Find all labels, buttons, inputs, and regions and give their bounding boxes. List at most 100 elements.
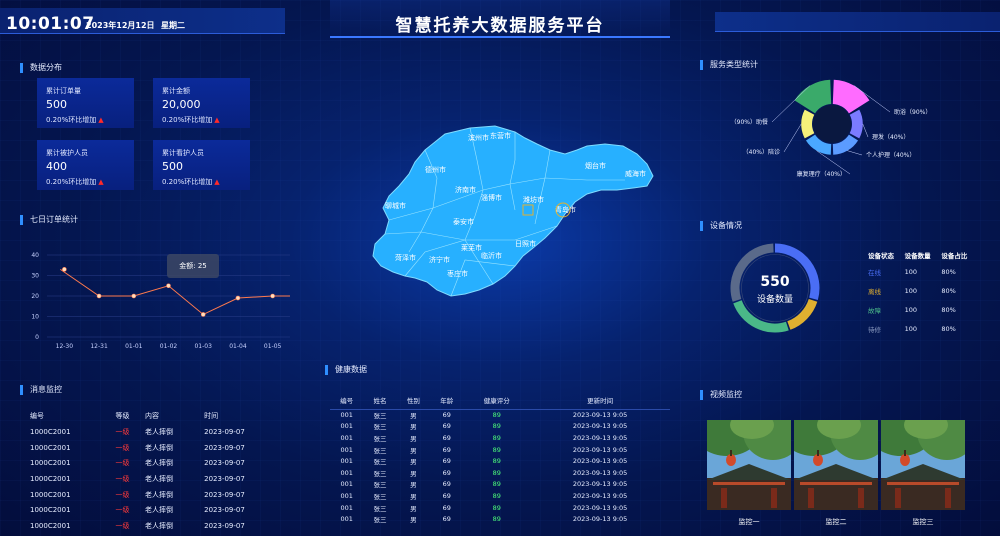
map-city-label[interactable]: 日照市 xyxy=(515,239,536,248)
rose-slice[interactable] xyxy=(801,109,815,139)
table-cell: 2023-09-13 9:05 xyxy=(572,411,628,420)
table-row[interactable]: 001 张三 男 69 89 2023-09-13 9:05 xyxy=(330,479,670,491)
map-city-label[interactable]: 枣庄市 xyxy=(447,269,468,278)
stat-card-cared: 累计被护人员 400 0.20%环比增加 ▲ xyxy=(37,140,134,190)
data-point[interactable] xyxy=(235,295,241,301)
map-city-label[interactable]: 济南市 xyxy=(455,185,476,194)
map-city-label[interactable]: 菏泽市 xyxy=(395,253,416,262)
table-cell: 001 xyxy=(340,422,353,431)
table-cell: 1000C2001 xyxy=(30,490,71,499)
table-cell: 老人摔倒 xyxy=(145,521,174,530)
table-cell: 100 xyxy=(904,324,918,333)
table-cell: 一级 xyxy=(115,427,130,436)
map-city-label[interactable]: 威海市 xyxy=(625,169,646,178)
table-cell: 89 xyxy=(492,480,501,489)
column-header: 性别 xyxy=(396,392,431,410)
table-cell: 2023-09-07 xyxy=(204,427,245,436)
table-cell: 张三 xyxy=(373,434,387,443)
map-city-label[interactable]: 莱芜市 xyxy=(461,243,482,252)
rose-center xyxy=(813,105,851,143)
map-city-label[interactable]: 德州市 xyxy=(425,165,446,174)
table-cell: 2023-09-07 xyxy=(204,490,245,499)
camera-feed[interactable] xyxy=(707,420,791,510)
donut-center-label: 设备数量 xyxy=(756,295,793,305)
table-row[interactable]: 1000C2001 一级 老人摔倒 2023-09-07 xyxy=(30,424,290,440)
weekday: 星期二 xyxy=(161,21,185,30)
table-cell: 张三 xyxy=(373,516,387,525)
table-cell: 001 xyxy=(340,503,353,512)
table-row[interactable]: 001 张三 男 69 89 2023-09-13 9:05 xyxy=(330,502,670,514)
map-city-label[interactable]: 青岛市 xyxy=(555,205,576,214)
map-city-label[interactable]: 滨州市 xyxy=(468,133,489,142)
map-city-label[interactable]: 聊城市 xyxy=(385,201,406,210)
table-row[interactable]: 001 张三 男 69 89 2023-09-13 9:05 xyxy=(330,444,670,456)
table-cell: 80% xyxy=(941,324,956,333)
table-row[interactable]: 001 张三 男 69 89 2023-09-13 9:05 xyxy=(330,432,670,444)
table-cell: 2023-09-13 9:05 xyxy=(572,480,628,489)
column-header: 姓名 xyxy=(363,392,397,410)
table-cell: 2023-09-13 9:05 xyxy=(572,422,628,431)
table-row: 在线 100 80% xyxy=(868,262,978,281)
data-point[interactable] xyxy=(200,312,206,317)
map-city-label[interactable]: 淄博市 xyxy=(481,193,502,202)
table-row[interactable]: 1000C2001 一级 老人摔倒 2023-09-07 xyxy=(30,440,290,456)
table-cell: 80% xyxy=(941,305,956,314)
column-header: 时间 xyxy=(204,412,219,420)
map-city-label[interactable]: 烟台市 xyxy=(585,161,606,170)
table-cell: 男 xyxy=(410,446,417,455)
map-city-label[interactable]: 东营市 xyxy=(490,131,511,140)
donut-segment[interactable] xyxy=(733,300,789,333)
table-row[interactable]: 1000C2001 一级 老人摔倒 2023-09-07 xyxy=(30,502,290,518)
column-header: 编号 xyxy=(30,412,44,420)
table-row[interactable]: 001 张三 男 69 89 2023-09-13 9:05 xyxy=(330,467,670,479)
section-title-device: 设备情况 xyxy=(700,221,742,231)
table-cell: 2023-09-07 xyxy=(204,521,245,530)
map-city-label[interactable]: 潍坊市 xyxy=(523,195,544,204)
table-cell: 老人摔倒 xyxy=(145,427,174,436)
table-row: 离线 100 80% xyxy=(868,281,978,300)
map-city-label[interactable]: 泰安市 xyxy=(453,217,474,226)
rose-slice-label: （90%）助餐 xyxy=(731,118,768,126)
table-row[interactable]: 1000C2001 一级 老人摔倒 2023-09-07 xyxy=(30,455,290,471)
table-row[interactable]: 001 张三 男 69 89 2023-09-13 9:05 xyxy=(330,490,670,502)
table-row[interactable]: 001 张三 男 69 89 2023-09-13 9:05 xyxy=(330,513,670,525)
map-city-label[interactable]: 济宁市 xyxy=(429,255,450,264)
rose-slice-label: 助浴（90%） xyxy=(894,108,931,116)
table-cell: 2023-09-13 9:05 xyxy=(572,468,628,477)
table-cell: 80% xyxy=(941,286,956,295)
data-point[interactable] xyxy=(96,293,102,299)
section-title-health: 健康数据 xyxy=(325,365,367,375)
table-cell: 男 xyxy=(410,423,417,432)
data-point[interactable] xyxy=(131,293,137,299)
stat-card-orders: 累计订单量 500 0.20%环比增加 ▲ xyxy=(37,78,134,128)
camera-feed[interactable] xyxy=(881,420,965,510)
rose-leader-line xyxy=(847,150,863,156)
table-row[interactable]: 001 张三 男 69 89 2023-09-13 9:05 xyxy=(330,455,670,467)
table-cell: 男 xyxy=(410,434,417,443)
map-city-label[interactable]: 临沂市 xyxy=(481,251,502,260)
up-arrow-icon: ▲ xyxy=(214,116,220,124)
table-cell: 69 xyxy=(442,422,451,431)
table-cell: 69 xyxy=(442,411,451,420)
camera-feed[interactable] xyxy=(794,420,878,510)
table-header-row: 设备状态 设备数量 设备占比 xyxy=(868,248,978,262)
table-row[interactable]: 1000C2001 一级 老人摔倒 2023-09-07 xyxy=(30,471,290,487)
table-row[interactable]: 001 张三 男 69 89 2023-09-13 9:05 xyxy=(330,409,670,421)
table-cell: 张三 xyxy=(373,492,387,501)
stat-change: 0.20%环比增加 ▲ xyxy=(162,116,220,124)
data-point[interactable] xyxy=(270,293,275,299)
table-row[interactable]: 001 张三 男 69 89 2023-09-13 9:05 xyxy=(330,421,670,433)
stat-value: 500 xyxy=(46,98,67,111)
table-cell: 老人摔倒 xyxy=(145,474,174,483)
stat-label: 累计看护人员 xyxy=(162,149,204,157)
table-cell: 89 xyxy=(492,515,501,524)
table-cell: 待修 xyxy=(868,325,881,334)
data-point[interactable] xyxy=(62,267,67,272)
table-cell: 89 xyxy=(492,422,501,431)
rose-slice[interactable] xyxy=(849,109,863,139)
shandong-map[interactable]: 滨州市 东营市德州市 烟台市威海市济南市淄博市 潍坊市青岛市 聊城市泰安市莱芜市 日照市菏… xyxy=(365,120,665,305)
table-row[interactable]: 1000C2001 一级 老人摔倒 2023-09-07 xyxy=(30,518,290,534)
table-row[interactable]: 1000C2001 一级 老人摔倒 2023-09-07 xyxy=(30,487,290,503)
table-row: 待修 100 80% xyxy=(868,319,978,338)
data-point[interactable] xyxy=(166,283,171,289)
